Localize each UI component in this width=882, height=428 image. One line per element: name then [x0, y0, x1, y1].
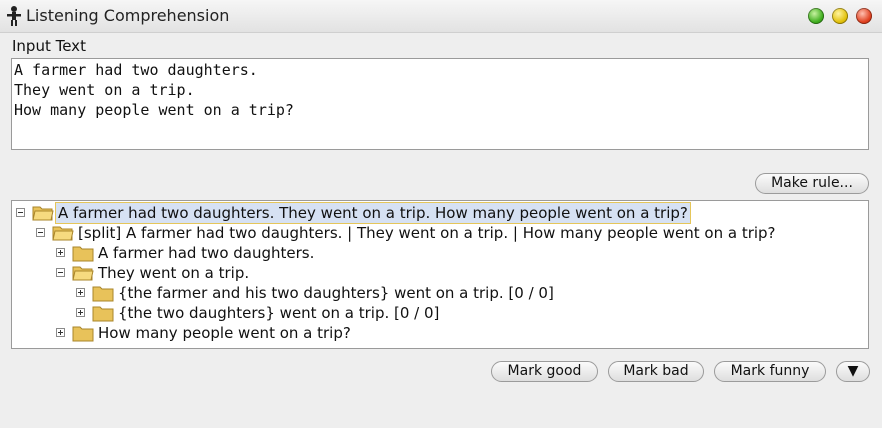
folder-open-icon	[52, 226, 74, 241]
folder-icon	[72, 326, 94, 342]
collapse-toggle-icon[interactable]	[36, 228, 45, 237]
folder-open-icon	[32, 206, 54, 221]
mark-good-button[interactable]: Mark good	[491, 361, 598, 382]
tree-node[interactable]: A farmer had two daughters. They went on…	[12, 202, 868, 224]
window-title: Listening Comprehension	[26, 6, 230, 25]
tree-node[interactable]: {the two daughters} went on a trip. [0 /…	[12, 303, 868, 323]
folder-icon	[92, 286, 114, 302]
tree-node[interactable]: {the farmer and his two daughters} went …	[12, 283, 868, 303]
mark-funny-button[interactable]: Mark funny	[714, 361, 826, 382]
tree-node-label[interactable]: How many people went on a trip?	[98, 323, 351, 343]
expand-toggle-icon[interactable]	[56, 328, 65, 337]
folder-open-icon	[72, 266, 94, 281]
tree-node[interactable]: [split] A farmer had two daughters. | Th…	[12, 223, 868, 243]
maximize-button[interactable]	[808, 8, 824, 24]
tree-node[interactable]: How many people went on a trip?	[12, 323, 868, 343]
tree-node-label[interactable]: A farmer had two daughters.	[98, 243, 314, 263]
input-text-area[interactable]: A farmer had two daughters. They went on…	[11, 58, 869, 150]
collapse-toggle-icon[interactable]	[16, 208, 25, 217]
folder-icon	[72, 246, 94, 262]
tree-node[interactable]: They went on a trip.	[12, 263, 868, 283]
tree-node[interactable]: A farmer had two daughters.	[12, 243, 868, 263]
app-window: Listening Comprehension Input Text A far…	[0, 0, 882, 428]
analysis-tree[interactable]: A farmer had two daughters. They went on…	[11, 200, 869, 349]
expand-toggle-icon[interactable]	[76, 308, 85, 317]
folder-icon	[92, 306, 114, 322]
expand-toggle-icon[interactable]	[76, 288, 85, 297]
make-rule-button[interactable]: Make rule...	[755, 173, 869, 194]
tree-node-label[interactable]: {the two daughters} went on a trip. [0 /…	[118, 303, 439, 323]
tree-node-label[interactable]: [split] A farmer had two daughters. | Th…	[78, 223, 776, 243]
mark-bad-button[interactable]: Mark bad	[608, 361, 704, 382]
more-options-button[interactable]: ▼	[836, 361, 870, 382]
input-text-label: Input Text	[12, 37, 86, 55]
tree-node-label[interactable]: A farmer had two daughters. They went on…	[55, 202, 691, 224]
title-bar[interactable]: Listening Comprehension	[0, 0, 882, 33]
close-button[interactable]	[856, 8, 872, 24]
collapse-toggle-icon[interactable]	[56, 268, 65, 277]
tree-node-label[interactable]: They went on a trip.	[98, 263, 249, 283]
minimize-button[interactable]	[832, 8, 848, 24]
expand-toggle-icon[interactable]	[56, 248, 65, 257]
tree-node-label[interactable]: {the farmer and his two daughters} went …	[118, 283, 554, 303]
app-figure-icon	[7, 6, 21, 26]
